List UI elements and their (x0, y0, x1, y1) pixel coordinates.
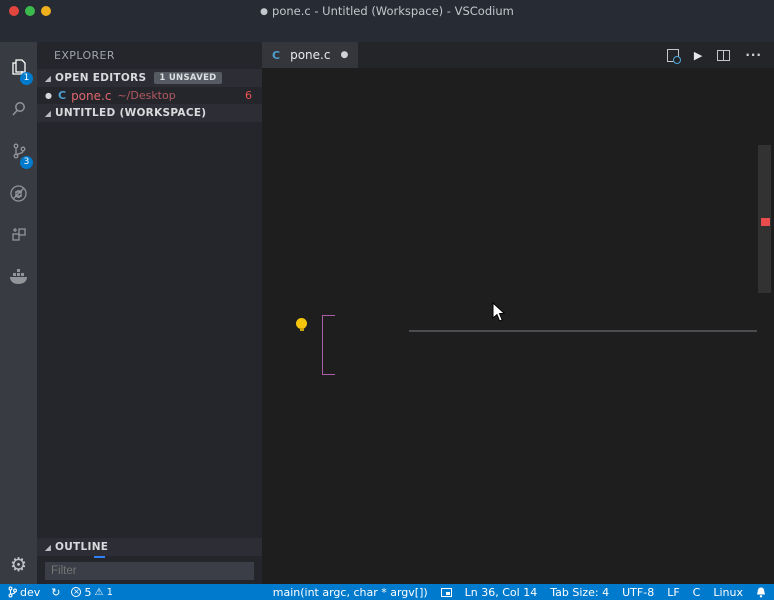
lightbulb-icon[interactable] (296, 318, 307, 331)
problems-status[interactable]: × 5 ⚠ 1 (71, 586, 113, 599)
explorer-badge: 1 (20, 72, 33, 85)
docker-activity-button[interactable] (0, 258, 37, 300)
error-icon: × (71, 587, 82, 597)
outline-filter-input[interactable] (45, 562, 254, 580)
sync-icon: ↻ (51, 585, 61, 599)
unsaved-badge: 1 UNSAVED (154, 72, 222, 84)
debug-icon (8, 183, 29, 208)
debug-activity-button[interactable] (0, 174, 37, 216)
source-control-activity-button[interactable]: 3 (0, 132, 37, 174)
search-activity-button[interactable] (0, 90, 37, 132)
chevron-down-icon: ◢ (44, 542, 52, 552)
open-editor-pone-c[interactable]: ● C pone.c ~/Desktop 6 (37, 87, 262, 104)
warning-icon: ⚠ 1 (94, 586, 113, 598)
window-title: ● pone.c - Untitled (Workspace) - VSCodiu… (260, 4, 514, 18)
bell-icon (757, 587, 765, 597)
title-bar: ● pone.c - Untitled (Workspace) - VSCodiu… (0, 0, 774, 22)
extensions-activity-button[interactable] (0, 216, 37, 258)
tab-bar: C pone.c ● ▶ ··· (262, 42, 774, 68)
branch-icon (8, 586, 17, 598)
split-editor-icon[interactable] (717, 49, 731, 61)
explorer-sidebar: EXPLORER ◢ OPEN EDITORS 1 UNSAVED ● C po… (37, 42, 262, 584)
outline-header[interactable]: ◢ OUTLINE (37, 538, 262, 558)
sync-button[interactable]: ↻ (51, 586, 60, 599)
extensions-icon (9, 225, 29, 249)
notifications-bell[interactable] (756, 587, 766, 598)
bracket-match-guide (322, 315, 335, 375)
tab-size-indicator[interactable]: Tab Size: 4 (550, 586, 609, 599)
c-file-icon: C (272, 48, 281, 62)
encoding-indicator[interactable]: UTF-8 (622, 586, 654, 599)
overview-error-marker (761, 218, 770, 226)
source-control-badge: 3 (20, 156, 33, 169)
picture-in-picture-icon[interactable] (440, 587, 452, 597)
dirty-indicator: ● (260, 7, 269, 17)
search-icon (9, 99, 29, 123)
sidebar-title: EXPLORER (54, 49, 115, 62)
workspace-header[interactable]: ◢ UNTITLED (WORKSPACE) (37, 104, 262, 122)
docker-icon (8, 267, 30, 291)
eol-indicator[interactable]: LF (667, 586, 679, 599)
git-branch-status[interactable]: dev (8, 586, 40, 599)
vscodium-window: ● pone.c - Untitled (Workspace) - VSCodiu… (0, 0, 774, 600)
chevron-down-icon: ◢ (44, 73, 52, 83)
outline-progress-bar (94, 556, 105, 558)
menu-bar (0, 22, 774, 42)
problems-count-badge: 6 (245, 89, 252, 102)
status-bar: dev ↻ × 5 ⚠ 1 main(int argc, char * argv… (0, 584, 774, 600)
open-editors-header[interactable]: ◢ OPEN EDITORS 1 UNSAVED (37, 69, 262, 87)
language-indicator[interactable]: C (693, 586, 701, 599)
more-actions-icon[interactable]: ··· (745, 48, 762, 62)
c-file-icon: C (57, 89, 67, 102)
open-editor-filename: pone.c (71, 88, 112, 103)
settings-gear-icon[interactable]: ⚙ (0, 554, 37, 576)
activity-bar: 1 3 ⚙ (0, 42, 37, 584)
run-code-button[interactable]: ▶ (694, 49, 702, 62)
cursor-position[interactable]: Ln 36, Col 14 (465, 586, 538, 599)
os-indicator: Linux (713, 585, 743, 599)
suggest-widget (409, 330, 757, 332)
tab-pone-c[interactable]: C pone.c ● (262, 42, 359, 68)
explorer-activity-button[interactable]: 1 (0, 48, 37, 90)
open-preview-icon[interactable] (666, 48, 681, 64)
tab-dirty-dot[interactable]: ● (340, 50, 348, 60)
mouse-pointer (492, 302, 506, 322)
dirty-dot-icon: ● (45, 91, 52, 100)
editor-group: C pone.c ● ▶ ··· (262, 42, 774, 584)
chevron-down-icon: ◢ (44, 108, 52, 118)
symbol-context[interactable]: main(int argc, char * argv[]) (273, 586, 428, 599)
code-area[interactable] (262, 68, 774, 584)
open-editor-path: ~/Desktop (117, 89, 176, 102)
